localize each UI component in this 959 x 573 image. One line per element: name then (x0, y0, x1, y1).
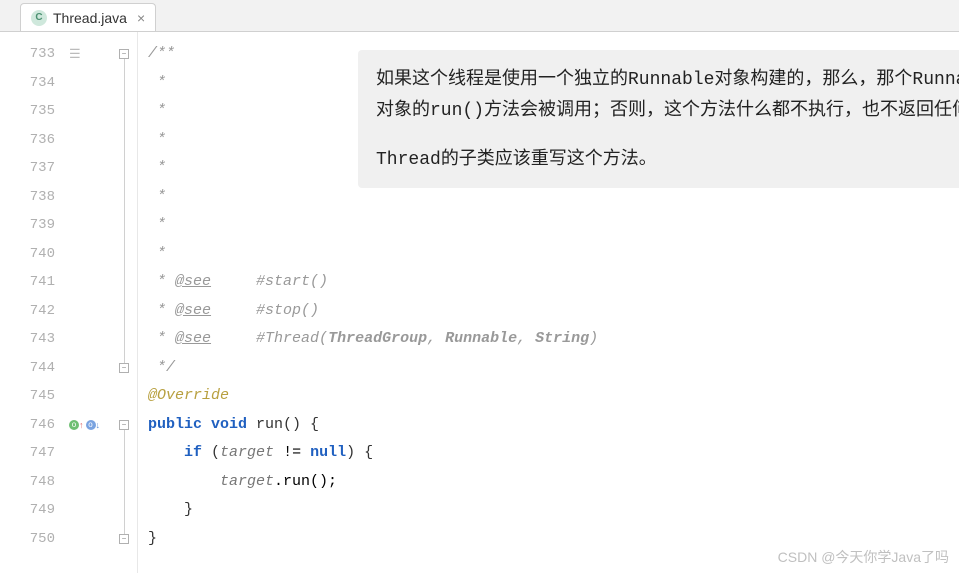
code-text: ( (211, 444, 220, 461)
code-text: * (148, 74, 166, 91)
fold-toggle-icon[interactable]: − (119, 49, 129, 59)
tooltip-text: 对象的 (376, 99, 430, 119)
code-area[interactable]: /** * * * * * * * * @see #start() * @see… (138, 32, 959, 573)
watermark: CSDN @今天你学Java了吗 (778, 547, 949, 567)
line-number: 744 (0, 354, 65, 383)
code-text: * (148, 188, 166, 205)
override-up-icon[interactable]: o (69, 420, 79, 430)
line-number: 735 (0, 97, 65, 126)
line-number: 749 (0, 496, 65, 525)
override-down-icon[interactable]: o (86, 420, 96, 430)
keyword: if (184, 444, 211, 461)
code-text: ) { (346, 444, 373, 461)
line-number: 747 (0, 439, 65, 468)
line-number: 738 (0, 183, 65, 212)
line-number: 742 (0, 297, 65, 326)
marker-column: ☰ o↑ o↓ (65, 32, 115, 573)
keyword: public (148, 416, 211, 433)
line-number: 740 (0, 240, 65, 269)
code-text: * (148, 302, 175, 319)
fold-column: − − − − (115, 32, 133, 573)
code-text: */ (148, 359, 175, 376)
tooltip-text: 方法会被调用；否则，这个方法什么都不执行，也不返回任何值。 (484, 99, 959, 119)
tooltip-text: 如果这个线程是使用一个独立的 (376, 68, 628, 88)
keyword: null (310, 444, 346, 461)
identifier: target (220, 444, 274, 461)
code-text: #stop() (211, 302, 319, 319)
code-text: } (148, 530, 157, 547)
line-number: 748 (0, 468, 65, 497)
tab-bar: C Thread.java × (0, 0, 959, 32)
close-icon[interactable]: × (137, 10, 145, 26)
method-name: run (256, 416, 283, 433)
structure-icon: ☰ (69, 46, 81, 62)
doc-tag: @see (175, 273, 211, 290)
code-text: * (148, 102, 166, 119)
code-text: String (535, 330, 589, 347)
file-tab[interactable]: C Thread.java × (20, 3, 156, 31)
doc-tag: @see (175, 330, 211, 347)
tooltip-code: Runnable (628, 70, 714, 90)
annotation: @Override (148, 387, 229, 404)
javadoc-tooltip: 如果这个线程是使用一个独立的Runnable对象构建的，那么，那个Runnabl… (358, 50, 959, 188)
tab-filename: Thread.java (53, 10, 127, 26)
line-number: 739 (0, 211, 65, 240)
code-text: , (427, 330, 445, 347)
code-text: } (184, 501, 193, 518)
fold-end-icon[interactable]: − (119, 534, 129, 544)
line-number: 734 (0, 69, 65, 98)
code-text: ThreadGroup (328, 330, 427, 347)
code-text: * (148, 131, 166, 148)
tooltip-paragraph: 如果这个线程是使用一个独立的Runnable对象构建的，那么，那个Runnabl… (376, 64, 959, 126)
code-text: () { (283, 416, 319, 433)
line-number: 736 (0, 126, 65, 155)
code-text: .run(); (274, 473, 337, 490)
code-text: * (148, 330, 175, 347)
line-number: 746 (0, 411, 65, 440)
code-text: Runnable (445, 330, 517, 347)
code-text: * (148, 273, 175, 290)
tooltip-code: Runnable (912, 70, 959, 90)
line-number-gutter: 7337347357367377387397407417427437447457… (0, 32, 65, 573)
code-text: * (148, 159, 166, 176)
code-text: != (274, 444, 310, 461)
identifier: target (220, 473, 274, 490)
code-text: * (148, 245, 166, 262)
tooltip-code: Thread (376, 150, 441, 170)
line-number: 743 (0, 325, 65, 354)
code-text: /** (148, 45, 175, 62)
tooltip-code: run() (430, 101, 484, 121)
editor: 7337347357367377387397407417427437447457… (0, 32, 959, 573)
line-number: 741 (0, 268, 65, 297)
line-number: 750 (0, 525, 65, 554)
line-number: 745 (0, 382, 65, 411)
java-class-icon: C (31, 10, 47, 26)
doc-tag: @see (175, 302, 211, 319)
code-text: #Thread( (211, 330, 328, 347)
tooltip-paragraph: Thread的子类应该重写这个方法。 (376, 144, 959, 175)
code-text: , (517, 330, 535, 347)
code-text: #start() (211, 273, 328, 290)
fold-end-icon[interactable]: − (119, 363, 129, 373)
tooltip-text: 对象构建的，那么，那个 (714, 68, 912, 88)
code-text: * (148, 216, 166, 233)
line-number: 737 (0, 154, 65, 183)
tooltip-text: 的子类应该重写这个方法。 (441, 148, 657, 168)
line-number: 733 (0, 40, 65, 69)
code-text: ) (589, 330, 598, 347)
fold-toggle-icon[interactable]: − (119, 420, 129, 430)
keyword: void (211, 416, 256, 433)
